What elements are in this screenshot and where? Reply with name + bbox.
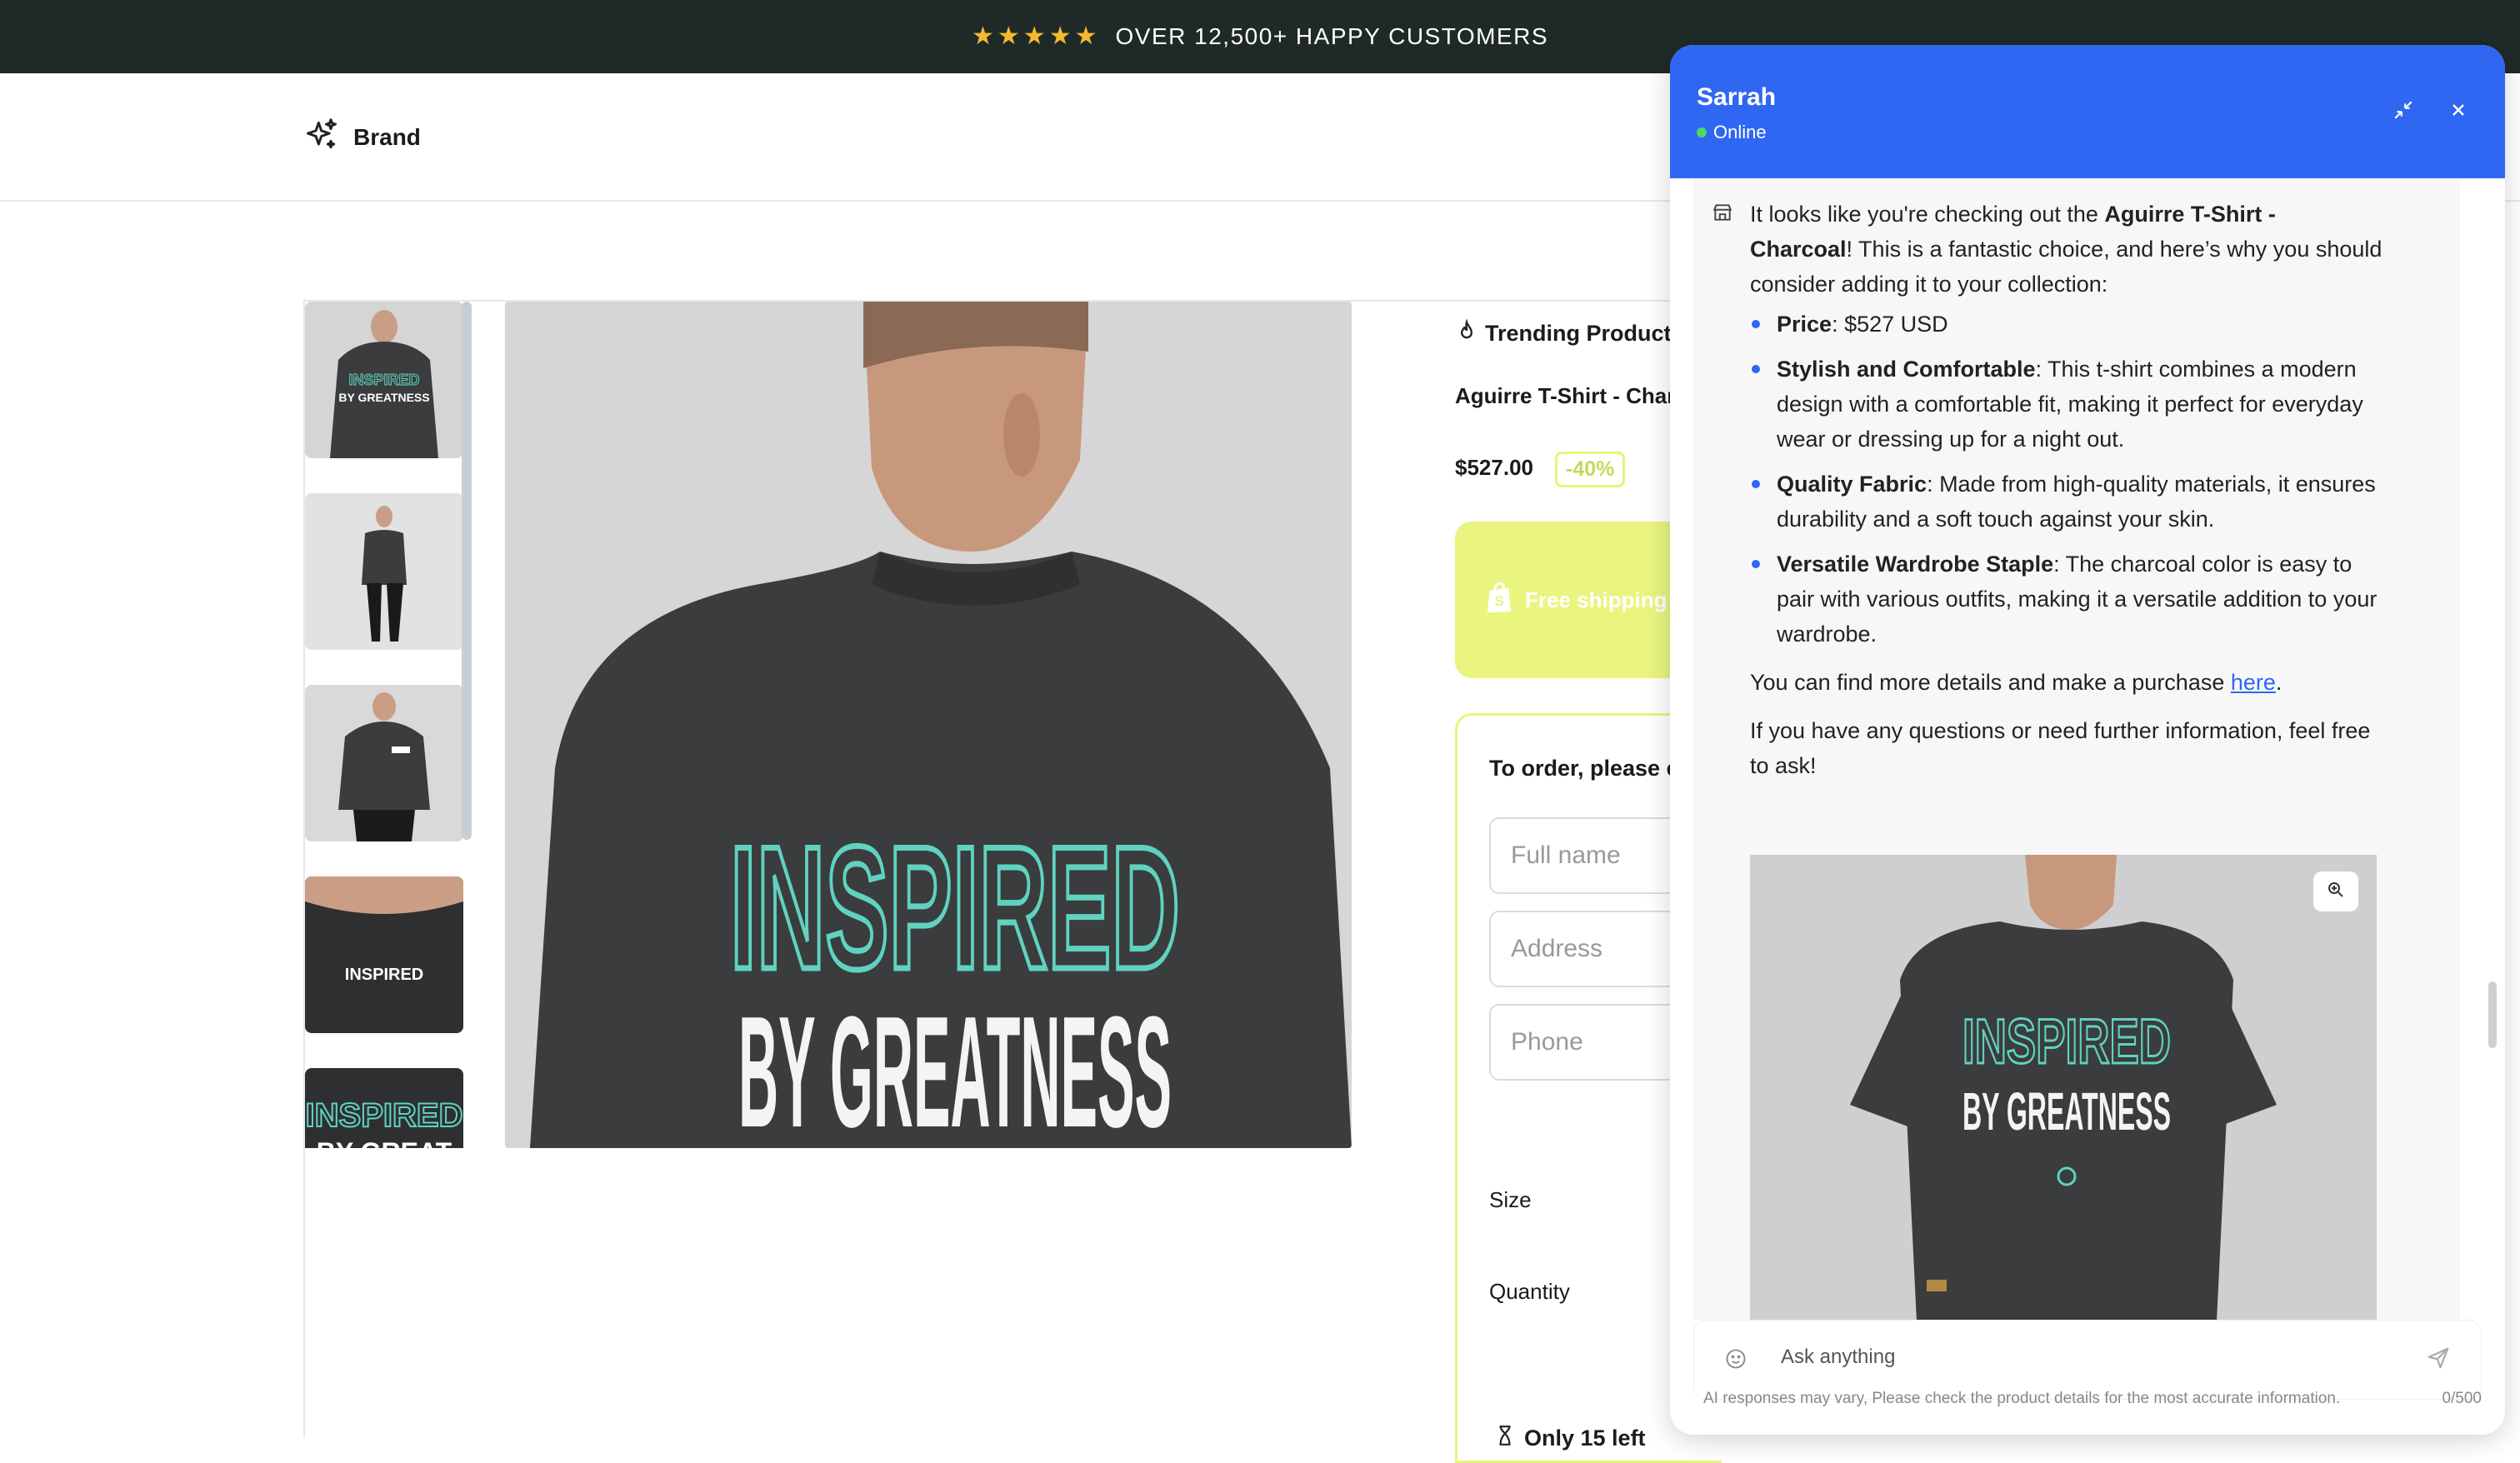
list-item: Versatile Wardrobe Staple: The charcoal …: [1750, 547, 2383, 652]
minimize-button[interactable]: [2387, 95, 2420, 128]
zoom-button[interactable]: [2313, 871, 2358, 911]
svg-text:INSPIRED: INSPIRED: [348, 372, 419, 388]
svg-text:BY GREATNESS: BY GREATNESS: [338, 391, 429, 404]
thumbnail-full-body[interactable]: [305, 493, 463, 650]
star-icon: ★: [1022, 22, 1046, 50]
chat-image-print-bottom: BY GREATNESS: [1962, 1081, 2171, 1141]
thumbnail-back-view[interactable]: INSPIRED BY GREATNESS: [305, 302, 463, 458]
list-item-title: Price: [1777, 312, 1832, 337]
product-title: Aguirre T-Shirt - Charcoal: [1455, 383, 1705, 408]
chat-input[interactable]: Ask anything: [1781, 1346, 1895, 1369]
chat-header: Sarrah Online: [1670, 45, 2505, 178]
ai-disclaimer: AI responses may vary, Please check the …: [1703, 1390, 2341, 1407]
stock-indicator: Only 15 left: [1494, 1424, 1646, 1453]
product-link[interactable]: here: [2231, 670, 2276, 695]
svg-text:BY GREAT: BY GREAT: [317, 1137, 452, 1148]
chat-scrollbar[interactable]: [2488, 981, 2497, 1048]
store-icon: [1712, 202, 1735, 225]
intro-text: It looks like you're checking out the: [1750, 202, 2105, 227]
agent-name: Sarrah: [1697, 83, 1777, 111]
flame-icon: [1455, 318, 1478, 349]
brand-logo[interactable]: Brand: [303, 117, 421, 157]
thumbnail-detail-chest[interactable]: INSPIRED: [305, 876, 463, 1033]
feature-list: Price: $527 USD Stylish and Comfortable:…: [1750, 307, 2383, 652]
thumbnail-gallery: INSPIRED BY GREATNESS INSPIRED INSPIRED: [305, 302, 472, 1148]
list-item: Quality Fabric: Made from high-quality m…: [1750, 467, 2383, 537]
list-item-text: : $527 USD: [1832, 312, 1948, 337]
stock-text: Only 15 left: [1524, 1426, 1646, 1451]
zoom-in-icon: [2326, 880, 2346, 904]
product-price: $527.00: [1455, 455, 1533, 480]
sparkle-icon: [303, 117, 340, 157]
chat-messages[interactable]: It looks like you're checking out the Ag…: [1670, 178, 2505, 1320]
svg-text:INSPIRED: INSPIRED: [345, 966, 423, 984]
star-icon: ★: [971, 22, 994, 50]
star-icon: ★: [1048, 22, 1072, 50]
quantity-label: Quantity: [1489, 1279, 1570, 1304]
hourglass-icon: [1494, 1424, 1516, 1453]
chat-widget: Sarrah Online It looks like you're check…: [1670, 45, 2505, 1435]
send-icon[interactable]: [2426, 1346, 2452, 1372]
character-counter: 0/500: [2442, 1390, 2482, 1407]
purchase-paragraph: You can find more details and make a pur…: [1750, 665, 2383, 700]
thumbnail-front-view[interactable]: [305, 685, 463, 841]
purchase-text-end: .: [2275, 670, 2282, 695]
rating-stars: ★ ★ ★ ★ ★: [972, 24, 1098, 49]
bot-message-text: It looks like you're checking out the Ag…: [1750, 197, 2383, 783]
online-dot-icon: [1697, 127, 1707, 137]
main-image-print-bottom: BY GREATNESS: [738, 984, 1172, 1148]
thumbnail-print-closeup[interactable]: INSPIRED BY GREAT: [305, 1068, 463, 1148]
agent-status: Online: [1697, 122, 1767, 143]
close-chat-button[interactable]: [2442, 95, 2475, 128]
shopify-bag-icon: S: [1485, 581, 1513, 620]
bot-message: It looks like you're checking out the Ag…: [1693, 178, 2460, 1320]
svg-text:S: S: [1494, 592, 1503, 608]
emoji-icon[interactable]: [1724, 1347, 1749, 1372]
brand-name: Brand: [353, 123, 421, 150]
list-item-title: Quality Fabric: [1777, 472, 1928, 497]
agent-status-text: Online: [1713, 122, 1767, 142]
trending-label: Trending Product: [1485, 321, 1672, 346]
close-icon: [2448, 100, 2468, 124]
closing-paragraph: If you have any questions or need furthe…: [1750, 718, 2371, 778]
list-item-title: Stylish and Comfortable: [1777, 357, 2036, 382]
chat-input-box[interactable]: Ask anything: [1693, 1320, 2482, 1400]
svg-text:INSPIRED: INSPIRED: [306, 1097, 463, 1134]
purchase-text: You can find more details and make a pur…: [1750, 670, 2231, 695]
trending-badge: Trending Product: [1455, 318, 1672, 349]
main-image-print-top: INSPIRED: [730, 810, 1180, 1006]
size-label: Size: [1489, 1187, 1532, 1212]
list-item: Price: $527 USD: [1750, 307, 2383, 342]
discount-badge: -40%: [1555, 452, 1626, 487]
list-item: Stylish and Comfortable: This t-shirt co…: [1750, 352, 2383, 457]
chat-image-print-top: INSPIRED: [1962, 1006, 2171, 1077]
star-icon: ★: [997, 22, 1020, 50]
announcement-text: OVER 12,500+ HAPPY CUSTOMERS: [1115, 23, 1549, 49]
star-icon: ★: [1074, 22, 1098, 50]
chat-product-image[interactable]: INSPIRED BY GREATNESS: [1750, 855, 2377, 1320]
thumbnail-scrollbar[interactable]: [462, 302, 472, 840]
main-product-image[interactable]: INSPIRED BY GREATNESS: [505, 302, 1352, 1148]
list-item-title: Versatile Wardrobe Staple: [1777, 552, 2054, 577]
minimize-icon: [2392, 99, 2414, 125]
